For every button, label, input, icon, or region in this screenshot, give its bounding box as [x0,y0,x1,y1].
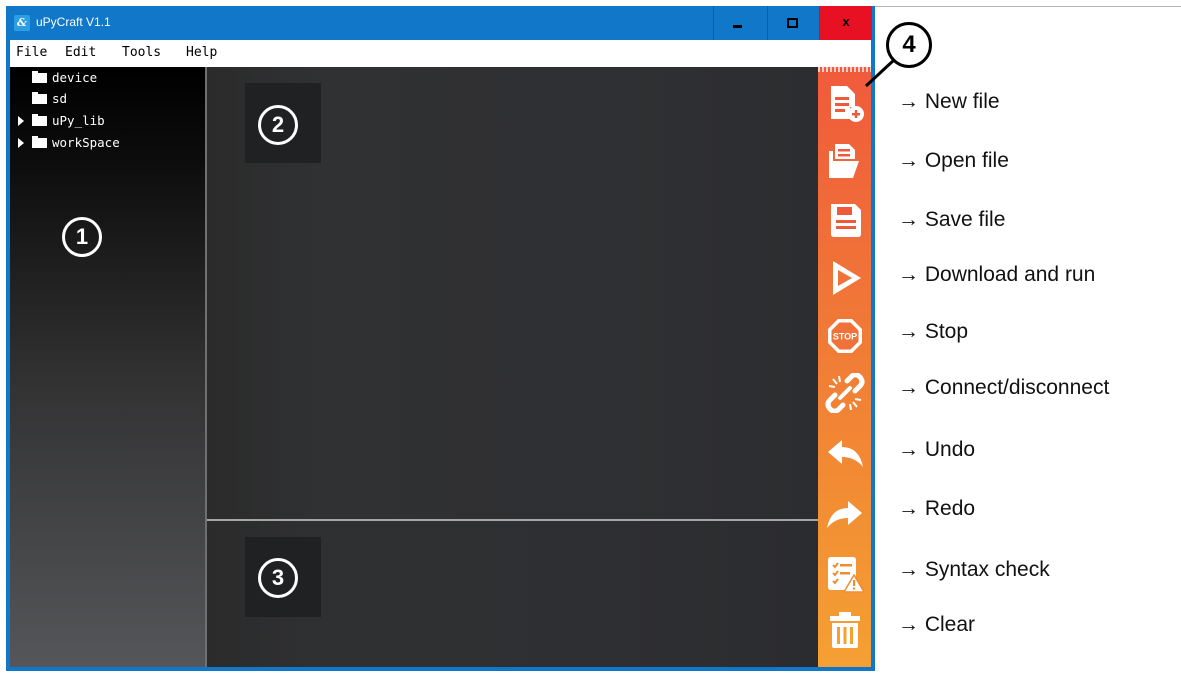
legend-open-file: → Open file [898,149,1009,172]
callout-pointer [864,58,896,88]
connect-disconnect-icon [825,372,865,414]
undo-icon [828,440,863,467]
maximize-button[interactable] [767,6,813,40]
minimize-button[interactable] [713,6,759,40]
file-tree-panel: device sd uPy_lib workSpace 1 [10,67,207,667]
tree-item-label: uPy_lib [52,113,105,128]
app-logo-icon: & [14,15,30,31]
legend-connect-disconnect: → Connect/disconnect [898,376,1110,399]
page-top-rule [875,6,1181,7]
maximize-icon [787,18,798,28]
tree-item-label: workSpace [52,135,120,150]
legend-clear: → Clear [898,613,976,636]
legend-label: New file [924,90,1000,113]
redo-button[interactable] [825,495,865,535]
close-button[interactable]: x [819,6,872,40]
new-file-icon [831,86,864,122]
new-file-button[interactable] [825,83,865,123]
undo-button[interactable] [825,434,865,474]
legend-label: Redo [924,497,976,520]
download-and-run-icon [833,261,861,295]
legend-stop: → Stop [898,320,969,343]
legend-new-file: → New file [898,90,1000,113]
close-icon: x [842,14,850,29]
clear-icon [830,612,860,648]
tree-item-label: sd [52,91,68,106]
stop-icon: STOP [828,319,862,353]
tree-item-workspace[interactable]: workSpace [18,135,120,155]
callout-badge-3: 3 [258,558,298,598]
legend-label: Stop [924,320,969,343]
callout-badge-2: 2 [258,105,298,145]
redo-icon [827,501,862,528]
clear-button[interactable] [825,610,865,650]
save-file-icon [831,204,861,237]
legend-download-and-run: → Download and run [898,263,1096,286]
menu-file[interactable]: File [16,45,47,60]
menu-edit[interactable]: Edit [65,45,96,60]
upycraft-window: & uPyCraft V1.1 x File Edit Tools Help d… [6,6,875,671]
legend-save-file: → Save file [898,208,1006,231]
stop-icon-label: STOP [833,332,857,342]
syntax-check-button[interactable] [825,554,866,594]
client-area: device sd uPy_lib workSpace 1 2 3 STOP [10,67,871,667]
legend-label: Open file [924,149,1009,172]
expand-arrow-icon [18,94,24,104]
open-file-icon [829,144,859,178]
legend-label: Connect/disconnect [924,376,1110,399]
open-file-button[interactable] [825,141,865,181]
side-toolbar: STOP [818,67,871,667]
tree-item-device[interactable]: device [18,70,97,90]
terminal-panel[interactable]: 3 [207,521,818,667]
legend-syntax-check: → Syntax check [898,558,1050,581]
expand-arrow-icon [18,73,24,83]
tree-item-upy-lib[interactable]: uPy_lib [18,113,105,133]
legend-redo: → Redo [898,497,976,520]
connect-disconnect-button[interactable] [825,372,865,414]
download-and-run-button[interactable] [825,258,865,298]
legend-label: Undo [924,438,976,461]
legend-label: Download and run [924,263,1096,286]
minimize-icon [733,25,742,28]
folder-icon [32,114,47,126]
expand-arrow-icon[interactable] [18,116,24,126]
legend-label: Save file [924,208,1006,231]
menu-tools[interactable]: Tools [122,45,161,60]
tree-item-sd[interactable]: sd [18,91,67,111]
window-title: uPyCraft V1.1 [36,15,111,29]
code-editor[interactable]: 2 [207,67,818,519]
folder-icon [32,71,47,83]
legend-label: Clear [924,613,976,636]
folder-icon [32,92,47,104]
title-bar[interactable]: & uPyCraft V1.1 x [6,6,875,40]
menu-bar: File Edit Tools Help [10,40,871,67]
stop-button[interactable]: STOP [825,316,865,356]
syntax-check-icon [828,557,866,593]
folder-icon [32,136,47,148]
tree-item-label: device [52,70,98,85]
expand-arrow-icon[interactable] [18,138,24,148]
menu-help[interactable]: Help [186,45,217,60]
save-file-button[interactable] [825,200,865,240]
legend-undo: → Undo [898,438,976,461]
callout-badge-1: 1 [62,217,102,257]
legend-label: Syntax check [924,558,1050,581]
